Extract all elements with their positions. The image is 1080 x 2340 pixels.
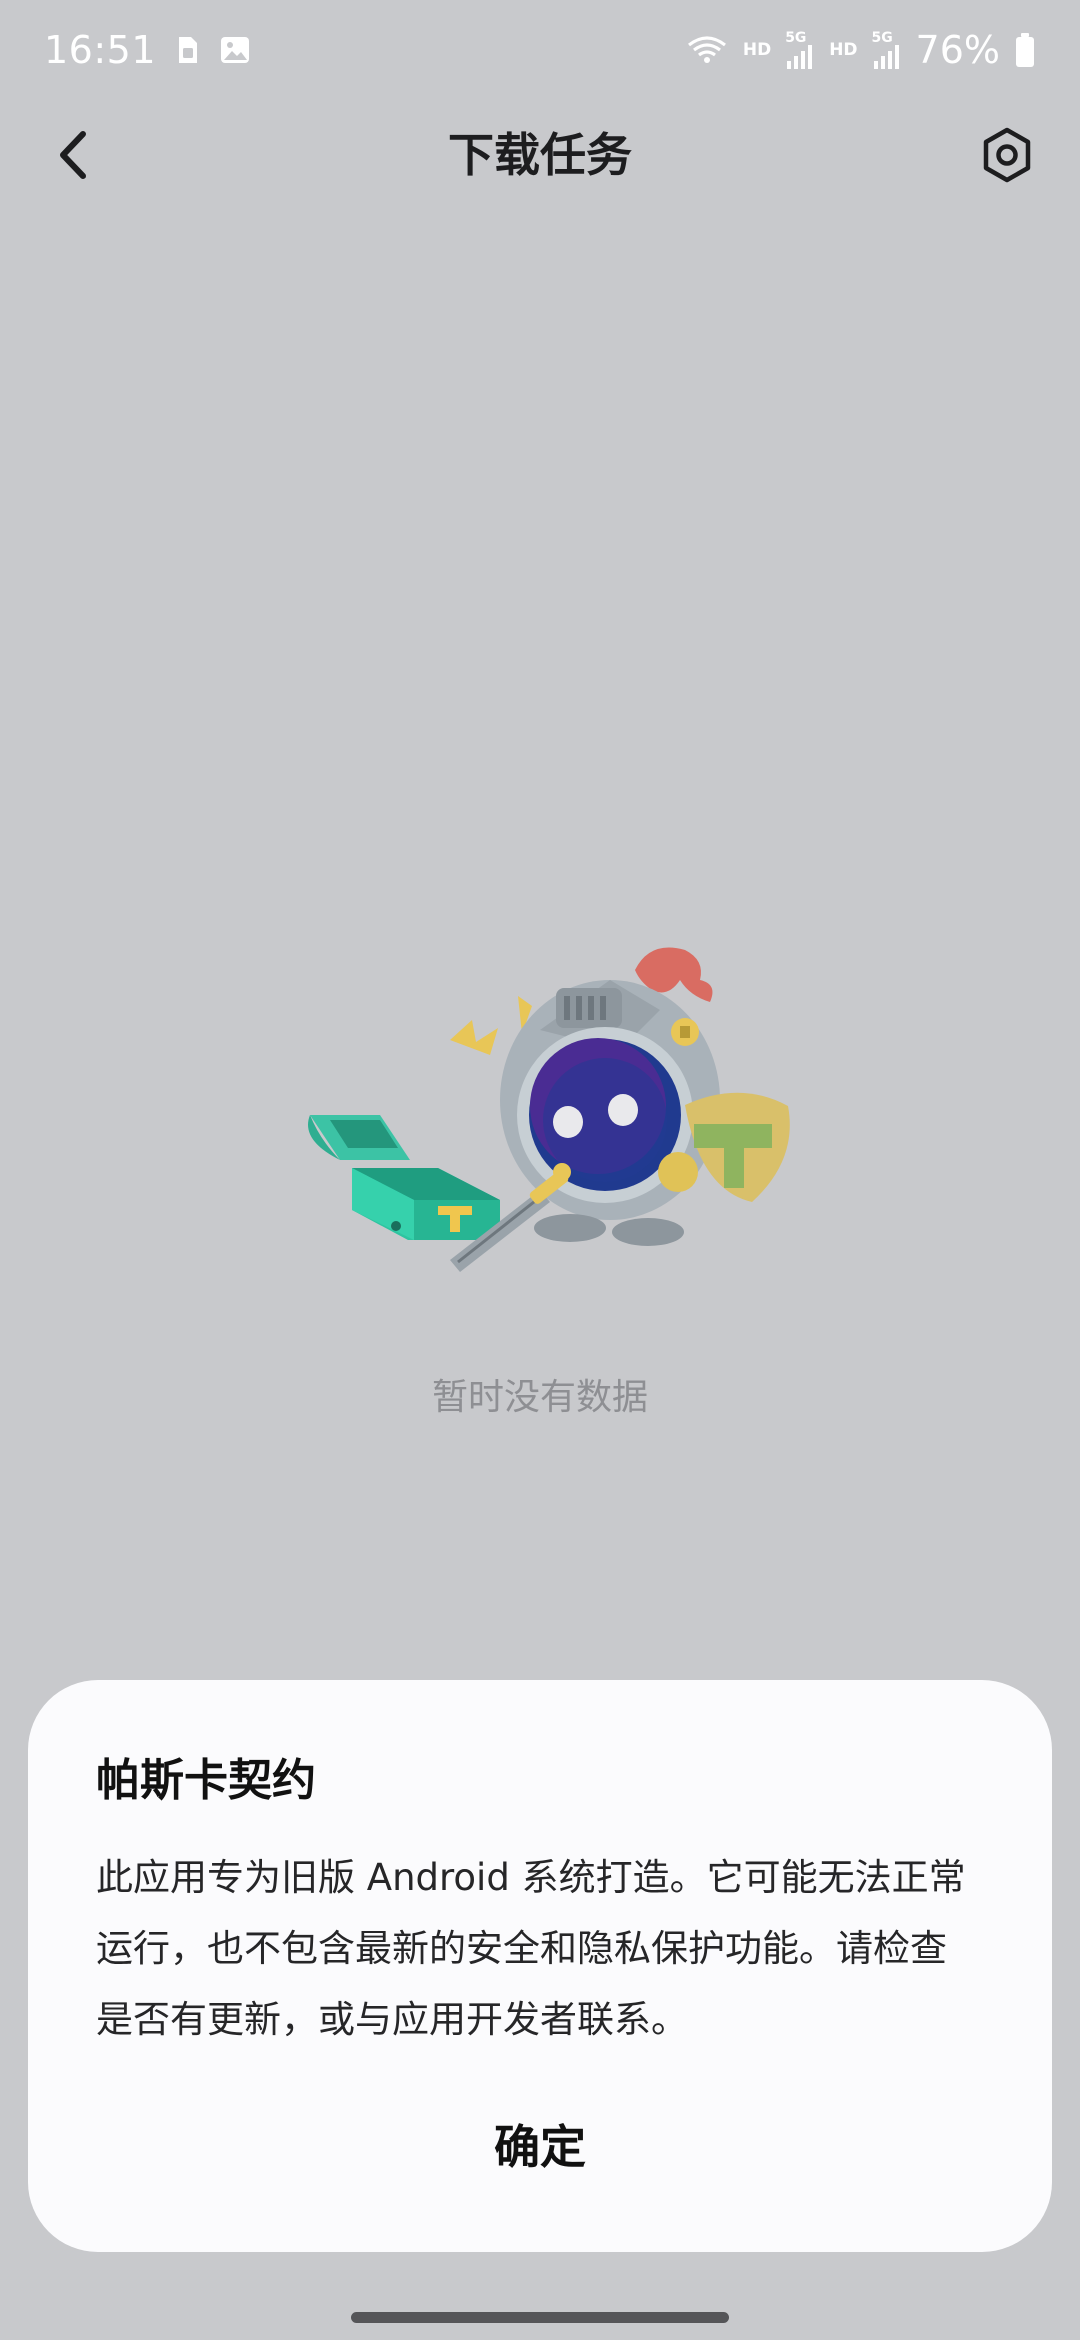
dialog-message: 此应用专为旧版 Android 系统打造。它可能无法正常 运行，也不包含最新的安… bbox=[96, 1842, 984, 2055]
network-label-5g-1: 5G bbox=[785, 30, 807, 46]
status-time: 16:51 bbox=[44, 28, 157, 72]
signal-group-2: 5G bbox=[872, 31, 902, 69]
network-label-hd-2: HD bbox=[829, 39, 858, 60]
compatibility-dialog: 帕斯卡契约 此应用专为旧版 Android 系统打造。它可能无法正常 运行，也不… bbox=[28, 1680, 1052, 2252]
empty-state-illustration bbox=[300, 910, 800, 1280]
knight-illustration bbox=[308, 947, 790, 1272]
status-bar-left: 16:51 bbox=[44, 28, 252, 72]
status-bar: 16:51 HD 5G HD 5G 76% bbox=[0, 0, 1080, 100]
dialog-title: 帕斯卡契约 bbox=[96, 1755, 316, 1806]
network-label-hd-1: HD bbox=[742, 39, 772, 60]
signal-icon bbox=[872, 45, 902, 69]
signal-group-1: 5G bbox=[785, 31, 815, 69]
network-label-5g-2: 5G bbox=[871, 30, 893, 46]
signal-icon bbox=[785, 45, 815, 69]
confirm-button[interactable]: 确定 bbox=[28, 2102, 1052, 2192]
page-title: 下载任务 bbox=[448, 128, 632, 182]
settings-button[interactable] bbox=[974, 122, 1040, 188]
wifi-icon bbox=[685, 33, 729, 67]
dialog-message-line-1: 此应用专为旧版 Android 系统打造。它可能无法正常 bbox=[96, 1855, 966, 1899]
status-bar-right: HD 5G HD 5G 76% bbox=[685, 28, 1036, 72]
battery-icon bbox=[1014, 32, 1036, 68]
gesture-navigation-bar[interactable] bbox=[351, 2312, 729, 2323]
dialog-message-line-3: 是否有更新，或与应用开发者联系。 bbox=[96, 1997, 688, 2041]
empty-state-message: 暂时没有数据 bbox=[431, 1377, 648, 1418]
app-bar: 下载任务 bbox=[0, 100, 1080, 210]
battery-percent: 76% bbox=[915, 28, 1000, 72]
image-icon bbox=[218, 33, 252, 67]
dialog-message-line-2: 运行，也不包含最新的安全和隐私保护功能。请检查 bbox=[96, 1926, 947, 1970]
sim-card-icon bbox=[170, 33, 204, 67]
settings-hexagon-icon bbox=[983, 127, 1031, 183]
